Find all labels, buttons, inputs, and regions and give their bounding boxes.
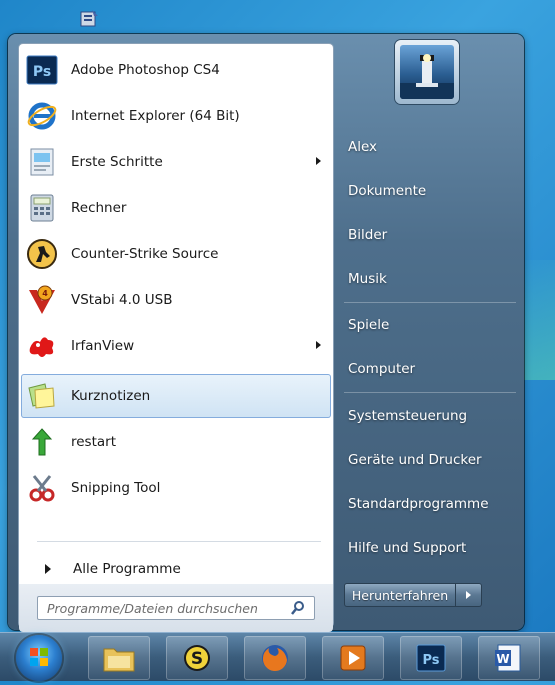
divider bbox=[37, 541, 321, 542]
svg-text:W: W bbox=[496, 652, 509, 666]
program-label: VStabi 4.0 USB bbox=[71, 292, 173, 308]
skype-icon: S bbox=[184, 645, 210, 671]
places-label: Hilfe und Support bbox=[348, 540, 467, 556]
vstabi-icon: 4 bbox=[25, 283, 59, 317]
places-item-bilder[interactable]: Bilder bbox=[348, 220, 387, 250]
internet-explorer-icon bbox=[25, 99, 59, 133]
firefox-icon bbox=[262, 645, 288, 672]
places-item-spiele[interactable]: Spiele bbox=[348, 310, 389, 340]
places-item-hilfe-und-support[interactable]: Hilfe und Support bbox=[348, 533, 466, 563]
programs-panel: Ps Adobe Photoshop CS4 Internet Explorer… bbox=[19, 44, 333, 632]
search-area: Programme/Dateien durchsuchen bbox=[19, 584, 333, 632]
taskbar-media-player[interactable] bbox=[322, 636, 384, 680]
program-label: Internet Explorer (64 Bit) bbox=[71, 108, 240, 124]
program-snipping-tool[interactable]: Snipping Tool bbox=[21, 466, 331, 510]
search-placeholder: Programme/Dateien durchsuchen bbox=[47, 600, 258, 616]
program-label: Rechner bbox=[71, 200, 127, 216]
media-player-icon bbox=[340, 645, 366, 671]
places-label: Geräte und Drucker bbox=[348, 452, 482, 468]
places-item-dokumente[interactable]: Dokumente bbox=[348, 176, 426, 206]
places-item-systemsteuerung[interactable]: Systemsteuerung bbox=[348, 401, 467, 431]
sticky-notes-icon bbox=[25, 379, 59, 413]
all-programs-label: Alle Programme bbox=[73, 561, 181, 577]
chevron-right-icon bbox=[466, 591, 471, 599]
lighthouse-image bbox=[400, 45, 454, 99]
places-label: Alex bbox=[348, 139, 378, 155]
counter-strike-icon bbox=[25, 237, 59, 271]
program-erste-schritte[interactable]: Erste Schritte bbox=[21, 140, 331, 184]
search-input[interactable]: Programme/Dateien durchsuchen bbox=[37, 596, 315, 620]
word-icon: W bbox=[495, 644, 521, 672]
program-label: Adobe Photoshop CS4 bbox=[71, 62, 220, 78]
places-label: Musik bbox=[348, 271, 387, 287]
all-programs-button[interactable]: Alle Programme bbox=[25, 554, 325, 584]
program-counter-strike[interactable]: Counter-Strike Source bbox=[21, 232, 331, 276]
places-item-musik[interactable]: Musik bbox=[348, 264, 387, 294]
calculator-icon bbox=[25, 191, 59, 225]
program-rechner[interactable]: Rechner bbox=[21, 186, 331, 230]
magnifier-icon[interactable] bbox=[290, 600, 306, 616]
start-menu: Ps Adobe Photoshop CS4 Internet Explorer… bbox=[8, 34, 524, 632]
program-label: Counter-Strike Source bbox=[71, 246, 219, 262]
user-avatar[interactable] bbox=[395, 40, 459, 104]
submenu-arrow-icon[interactable] bbox=[316, 157, 321, 165]
svg-text:Ps: Ps bbox=[422, 653, 439, 668]
start-button[interactable] bbox=[16, 635, 62, 681]
shutdown-button[interactable]: Herunterfahren bbox=[344, 583, 456, 607]
shutdown-control: Herunterfahren bbox=[344, 583, 482, 607]
snipping-tool-icon bbox=[25, 471, 59, 505]
divider bbox=[344, 302, 516, 303]
places-label: Systemsteuerung bbox=[348, 408, 468, 424]
windows-explorer-icon bbox=[103, 648, 135, 672]
irfanview-icon bbox=[25, 329, 59, 363]
taskbar-word[interactable]: W bbox=[478, 636, 540, 680]
restart-arrow-icon bbox=[25, 425, 59, 459]
places-item-geraete-und-drucker[interactable]: Geräte und Drucker bbox=[348, 445, 482, 475]
program-label: IrfanView bbox=[71, 338, 135, 354]
shutdown-options-button[interactable] bbox=[456, 583, 482, 607]
program-internet-explorer[interactable]: Internet Explorer (64 Bit) bbox=[21, 94, 331, 138]
places-label: Bilder bbox=[348, 227, 388, 243]
photoshop-icon: Ps bbox=[25, 53, 59, 87]
svg-text:Ps: Ps bbox=[33, 64, 51, 80]
taskbar-skype[interactable]: S bbox=[166, 636, 228, 680]
places-label: Computer bbox=[348, 361, 416, 377]
taskbar: S Ps W bbox=[0, 632, 555, 681]
expand-arrow-icon bbox=[45, 564, 51, 574]
places-label: Standardprogramme bbox=[348, 496, 489, 512]
shutdown-label: Herunterfahren bbox=[351, 587, 449, 603]
program-irfanview[interactable]: IrfanView bbox=[21, 324, 331, 368]
program-kurznotizen[interactable]: Kurznotizen bbox=[21, 374, 331, 418]
program-restart[interactable]: restart bbox=[21, 420, 331, 464]
desktop-shortcut-icon[interactable] bbox=[78, 8, 100, 30]
program-photoshop[interactable]: Ps Adobe Photoshop CS4 bbox=[21, 48, 331, 92]
places-label: Dokumente bbox=[348, 183, 427, 199]
program-label: Kurznotizen bbox=[71, 388, 151, 404]
taskbar-photoshop[interactable]: Ps bbox=[400, 636, 462, 680]
getting-started-icon bbox=[25, 145, 59, 179]
program-label: Erste Schritte bbox=[71, 154, 163, 170]
photoshop-icon: Ps bbox=[416, 644, 446, 672]
windows-logo-icon bbox=[30, 648, 48, 666]
places-panel: Alex Dokumente Bilder Musik Spiele Compu… bbox=[338, 34, 524, 630]
submenu-arrow-icon[interactable] bbox=[316, 341, 321, 349]
svg-text:4: 4 bbox=[42, 289, 48, 298]
taskbar-explorer[interactable] bbox=[88, 636, 150, 680]
places-item-standardprogramme[interactable]: Standardprogramme bbox=[348, 489, 489, 519]
places-label: Spiele bbox=[348, 317, 390, 333]
program-label: restart bbox=[71, 434, 117, 450]
program-label: Snipping Tool bbox=[71, 480, 161, 496]
program-vstabi[interactable]: 4 VStabi 4.0 USB bbox=[21, 278, 331, 322]
svg-text:S: S bbox=[191, 649, 203, 669]
places-item-computer[interactable]: Computer bbox=[348, 354, 415, 384]
taskbar-firefox[interactable] bbox=[244, 636, 306, 680]
divider bbox=[344, 392, 516, 393]
places-item-alex[interactable]: Alex bbox=[348, 132, 377, 162]
